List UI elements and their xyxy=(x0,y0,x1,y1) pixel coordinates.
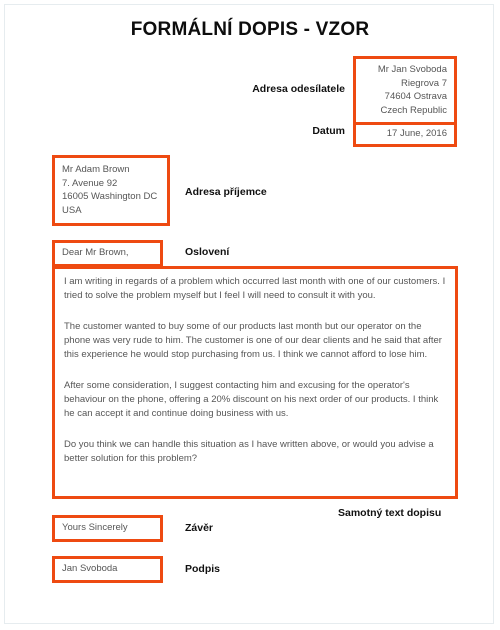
sender-address-label: Adresa odesílatele xyxy=(252,83,345,95)
signature-label: Podpis xyxy=(185,563,221,575)
recipient-address-line: USA xyxy=(62,204,82,216)
closing-value: Yours Sincerely xyxy=(62,522,128,533)
body-paragraph: Do you think we can handle this situatio… xyxy=(64,439,434,464)
sender-address-line: 74604 Ostrava xyxy=(384,91,447,102)
recipient-address-field[interactable]: Mr Adam Brown 7. Avenue 92 16005 Washing… xyxy=(52,155,170,226)
salutation-label: Oslovení xyxy=(185,246,230,258)
date-label: Datum xyxy=(312,125,345,137)
salutation-value: Dear Mr Brown, xyxy=(62,247,129,258)
recipient-address-line: 16005 Washington DC xyxy=(62,191,158,202)
salutation-field[interactable]: Dear Mr Brown, xyxy=(52,240,163,267)
signature-field[interactable]: Jan Svoboda xyxy=(52,556,163,583)
sender-address-line: Mr Jan Svoboda xyxy=(377,64,447,75)
sender-address-line: Riegrova 7 xyxy=(401,77,447,89)
page-title: FORMÁLNÍ DOPIS - VZOR xyxy=(130,19,370,40)
letter-page: FORMÁLNÍ DOPIS - VZOR Mr Jan Svoboda Rie… xyxy=(4,4,494,624)
closing-label: Závěr xyxy=(185,522,214,534)
sender-address-field[interactable]: Mr Jan Svoboda Riegrova 7 74604 Ostrava … xyxy=(353,56,457,125)
closing-field[interactable]: Yours Sincerely xyxy=(52,515,163,542)
recipient-address-line: 7. Avenue 92 xyxy=(62,177,118,189)
body-text-field[interactable]: I am writing in regards of a problem whi… xyxy=(52,266,458,499)
date-value: 17 June, 2016 xyxy=(386,128,447,139)
sender-address-line: Czech Republic xyxy=(380,104,447,116)
date-field[interactable]: 17 June, 2016 xyxy=(353,122,457,147)
body-paragraph: The customer wanted to buy some of our p… xyxy=(64,321,442,360)
recipient-address-line: Mr Adam Brown xyxy=(62,164,130,175)
body-paragraph: I am writing in regards of a problem whi… xyxy=(64,276,446,301)
signature-value: Jan Svoboda xyxy=(62,563,118,574)
recipient-address-label: Adresa příjemce xyxy=(185,186,267,198)
body-text-label: Samotný text dopisu xyxy=(338,507,442,519)
body-paragraph: After some consideration, I suggest cont… xyxy=(64,380,439,419)
